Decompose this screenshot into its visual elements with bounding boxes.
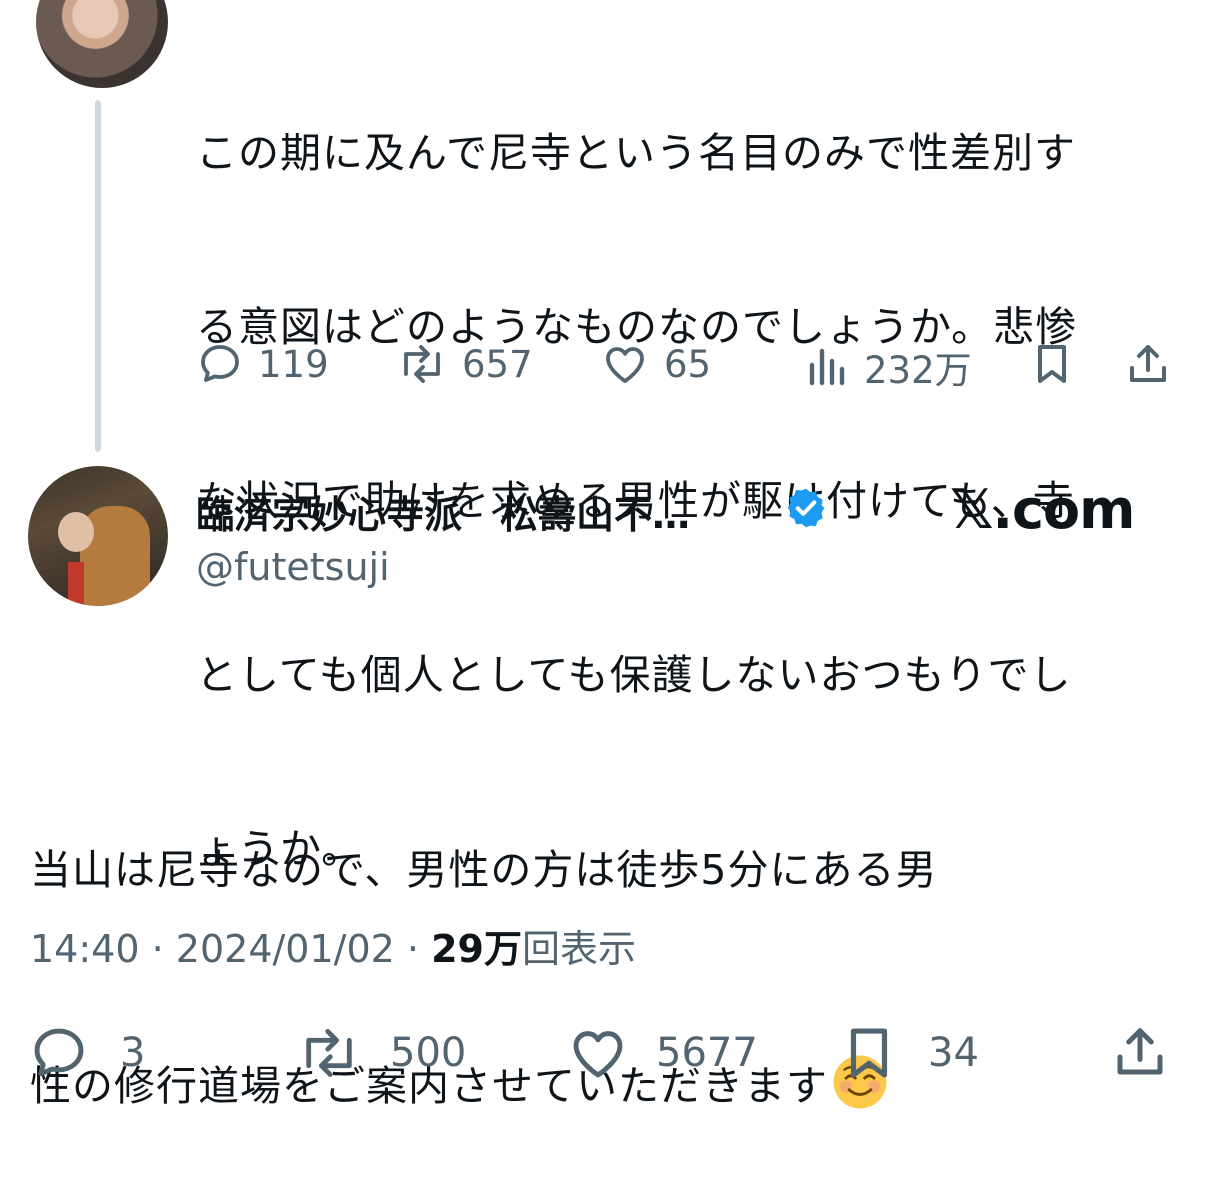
parent-like-button[interactable]: 65 bbox=[600, 340, 711, 388]
meta-separator: · bbox=[406, 927, 420, 971]
parent-bookmark-button[interactable] bbox=[1028, 340, 1076, 388]
parent-like-count: 65 bbox=[664, 342, 712, 386]
meta-separator: · bbox=[151, 927, 164, 971]
tweet-meta: 14:40 · 2024/01/02 · 29万回表示 bbox=[30, 918, 636, 973]
reply-button[interactable]: 3 bbox=[28, 1022, 145, 1084]
bookmark-icon bbox=[1038, 345, 1066, 383]
parent-repost-button[interactable]: 657 bbox=[396, 340, 533, 388]
bookmark-count: 34 bbox=[928, 1030, 979, 1076]
parent-reply-count: 119 bbox=[258, 342, 329, 386]
main-text-line: 当山は尼寺なので、男性の方は徒歩5分にある男 bbox=[30, 846, 938, 894]
verified-badge-icon bbox=[787, 488, 825, 528]
heart-icon bbox=[606, 347, 644, 383]
author-display-name[interactable]: 臨済宗妙心寺派 松壽山不… bbox=[196, 484, 690, 539]
heart-icon bbox=[573, 1031, 623, 1078]
views-label: 回表示 bbox=[522, 927, 637, 971]
tweet-time[interactable]: 14:40 bbox=[30, 927, 140, 971]
thread-line bbox=[95, 100, 101, 452]
parent-reply-button[interactable]: 119 bbox=[196, 340, 329, 388]
views-count: 29万 bbox=[431, 927, 522, 971]
like-button[interactable]: 5677 bbox=[566, 1022, 758, 1084]
repost-icon bbox=[404, 345, 440, 383]
parent-avatar[interactable] bbox=[36, 0, 168, 88]
parent-views-button[interactable]: 232万 bbox=[806, 340, 972, 394]
repost-icon bbox=[306, 1029, 352, 1077]
x-com-watermark: 𝕏.com bbox=[950, 478, 1135, 541]
share-icon bbox=[1130, 345, 1166, 382]
author-avatar[interactable] bbox=[28, 466, 168, 606]
author-handle[interactable]: @futetsuji bbox=[196, 545, 390, 589]
share-icon bbox=[1117, 1028, 1163, 1075]
reply-icon bbox=[34, 1028, 84, 1077]
reply-count: 3 bbox=[120, 1030, 146, 1076]
repost-button[interactable]: 500 bbox=[296, 1022, 466, 1084]
parent-views-count: 232万 bbox=[864, 349, 972, 392]
bookmark-button[interactable]: 34 bbox=[838, 1022, 979, 1084]
parent-repost-count: 657 bbox=[462, 342, 533, 386]
repost-count: 500 bbox=[390, 1030, 467, 1076]
reply-icon bbox=[201, 345, 239, 382]
like-count: 5677 bbox=[656, 1030, 758, 1076]
share-button[interactable] bbox=[1110, 1022, 1170, 1082]
parent-text-line: この期に及んで尼寺という名目のみで性差別す bbox=[196, 129, 1076, 177]
parent-share-button[interactable] bbox=[1124, 340, 1172, 388]
tweet-date[interactable]: 2024/01/02 bbox=[176, 927, 395, 971]
bookmark-icon bbox=[850, 1028, 888, 1078]
analytics-icon bbox=[809, 348, 845, 386]
